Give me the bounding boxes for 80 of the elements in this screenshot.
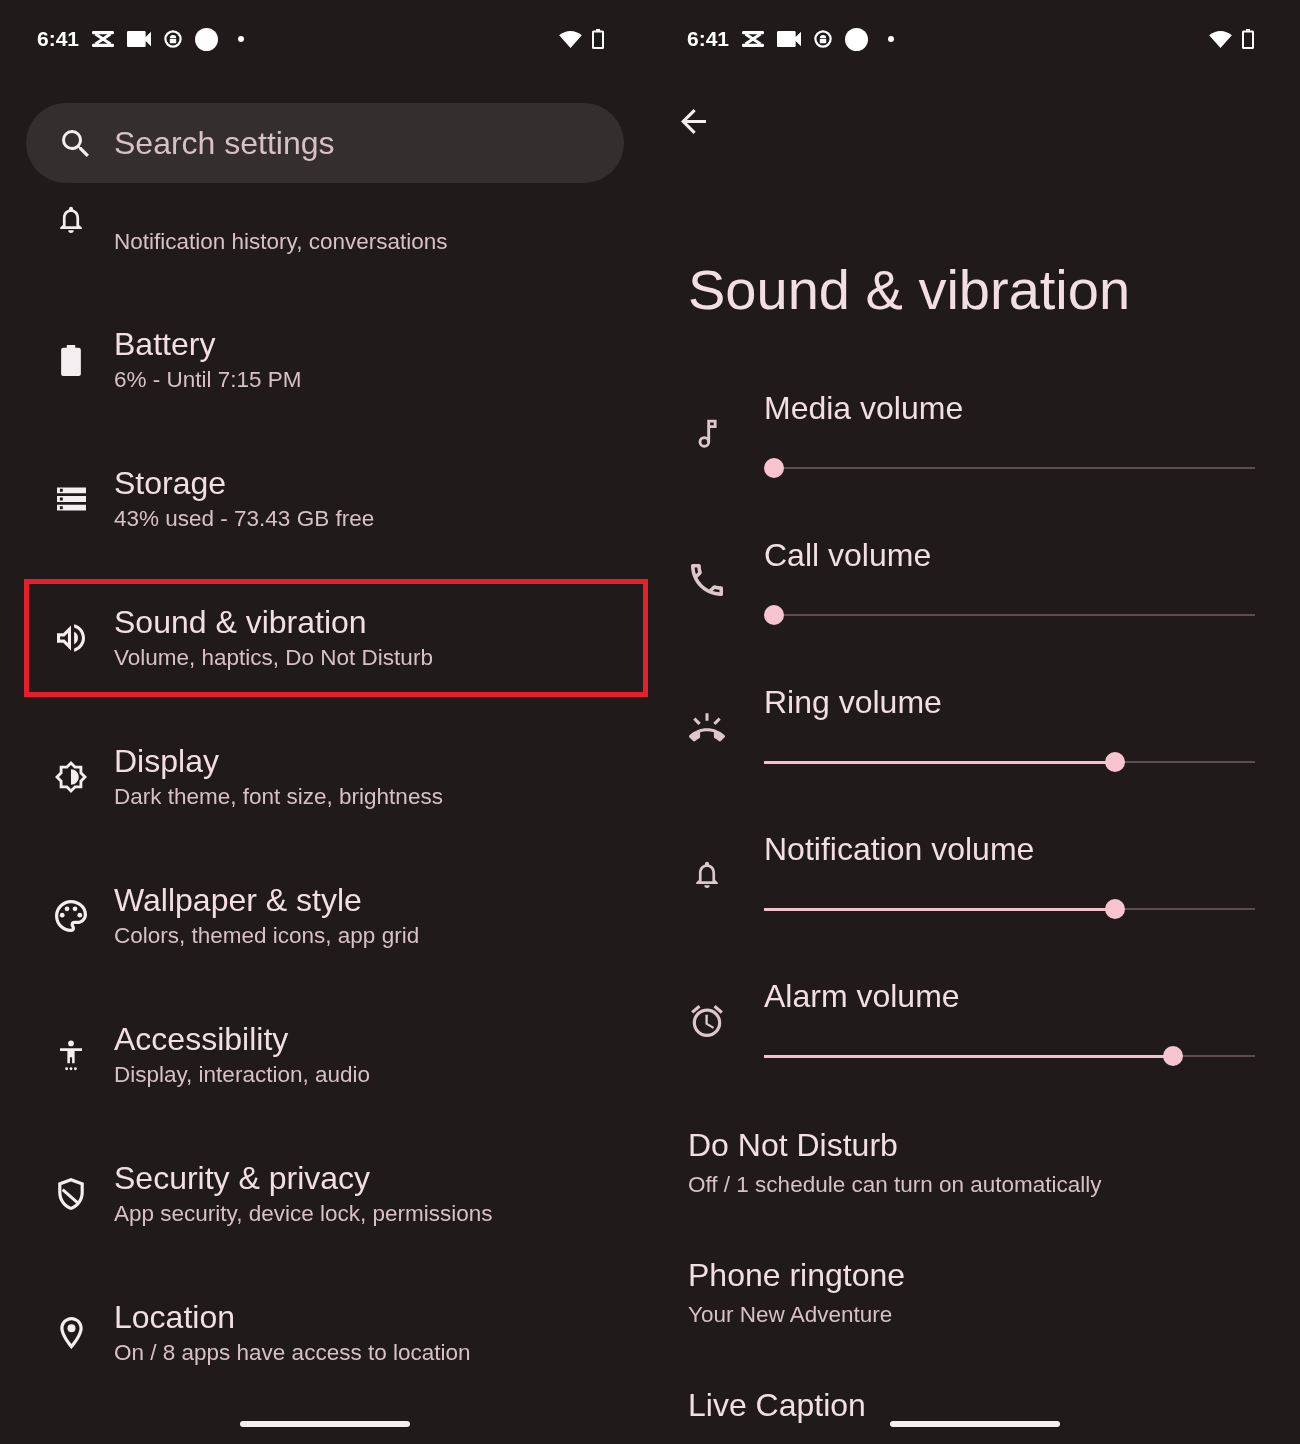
location-pin-icon [59,1317,83,1349]
gesture-handle[interactable] [240,1421,410,1427]
slider-thumb[interactable] [764,458,784,478]
item-subtitle: 43% used - 73.43 GB free [114,504,375,533]
phone-icon [691,564,723,596]
alarm-clock-icon [691,1005,723,1037]
robot-badge-icon [164,30,183,48]
volume-label: Media volume [764,389,965,428]
ringing-phone-icon [689,712,725,742]
settings-item[interactable]: Security & privacy App security, device lock, permissions [24,1135,648,1253]
wifi-icon [1209,30,1232,48]
volume-label: Alarm volume [764,977,961,1016]
search-field[interactable]: Search settings [26,103,624,183]
shield-icon [58,1178,84,1210]
status-time: 6:41 [37,27,80,51]
item-subtitle: 6% - Until 7:15 PM [114,365,302,394]
item-title: Phone ringtone [688,1256,906,1295]
item-subtitle: Off / 1 schedule can turn on automatically [688,1171,1102,1199]
item-subtitle: Notification history, conversations [114,228,448,256]
item-title: Sound & vibration [114,603,368,640]
back-arrow-icon [681,108,706,134]
item-subtitle: Your New Adventure [688,1301,893,1329]
item-title: Wallpaper & style [114,881,363,918]
item-title: Display [114,742,220,779]
settings-item[interactable]: Live Caption [650,1383,1300,1425]
bell-icon [60,206,82,233]
palette-icon [55,900,87,932]
speaker-icon [57,624,85,652]
settings-item[interactable]: Sound & vibration Volume, haptics, Do Not Disturb [24,579,648,697]
music-note-icon [697,418,717,448]
settings-item[interactable]: Notification history, conversations [24,183,648,280]
item-title: Accessibility [114,1020,290,1057]
settings-item[interactable]: Do Not Disturb Off / 1 schedule can turn on automatically [650,1123,1300,1200]
bell-icon [696,860,718,888]
volume-label: Notification volume [764,830,1036,869]
settings-item[interactable]: Battery 6% - Until 7:15 PM [24,301,648,419]
circle-icon [845,27,869,51]
battery-icon [1242,29,1254,49]
slider-thumb[interactable] [1163,1046,1183,1066]
storage-icon [56,487,86,511]
battery-icon [592,29,604,49]
item-title: Battery [114,325,217,362]
dot-icon [238,36,245,42]
item-title: Do Not Disturb [688,1126,898,1165]
accessibility-icon [60,1039,82,1071]
volume-label: Ring volume [764,683,943,722]
item-subtitle: Colors, themed icons, app grid [114,921,420,950]
item-subtitle: App security, device lock, permissions [114,1199,493,1228]
item-title: Storage [114,464,228,501]
crossed-bars-icon [742,31,765,47]
search-icon [62,130,89,157]
item-subtitle: Display, interaction, audio [114,1060,370,1089]
settings-item[interactable]: Phone ringtone Your New Adventure [650,1253,1300,1330]
brightness-icon [55,760,87,794]
settings-item[interactable]: Location On / 8 apps have access to location [24,1274,648,1392]
status-time: 6:41 [687,27,730,51]
crossed-bars-icon [92,31,115,47]
settings-item[interactable]: Display Dark theme, font size, brightness [24,718,648,836]
slider-thumb[interactable] [1105,899,1126,919]
battery-icon [61,344,81,376]
settings-item[interactable]: Storage 43% used - 73.43 GB free [24,440,648,558]
page-title: Sound & vibration [688,257,1132,323]
item-title: Live Caption [688,1386,866,1425]
video-camera-icon [127,31,152,47]
settings-item[interactable]: Wallpaper & style Colors, themed icons, app grid [24,857,648,975]
video-camera-icon [777,31,802,47]
circle-icon [195,27,219,51]
item-subtitle: Volume, haptics, Do Not Disturb [114,643,433,672]
slider-thumb[interactable] [1105,752,1126,772]
slider-thumb[interactable] [764,605,784,625]
item-title: Security & privacy [114,1159,372,1196]
dot-icon [888,36,895,42]
wifi-icon [559,30,582,48]
item-subtitle: Dark theme, font size, brightness [114,782,443,811]
gesture-handle[interactable] [890,1421,1060,1427]
volume-label: Call volume [764,536,933,575]
item-title: Location [114,1298,236,1335]
settings-item[interactable]: Accessibility Display, interaction, audio [24,996,648,1114]
robot-badge-icon [814,30,833,48]
item-subtitle: On / 8 apps have access to location [114,1338,471,1367]
